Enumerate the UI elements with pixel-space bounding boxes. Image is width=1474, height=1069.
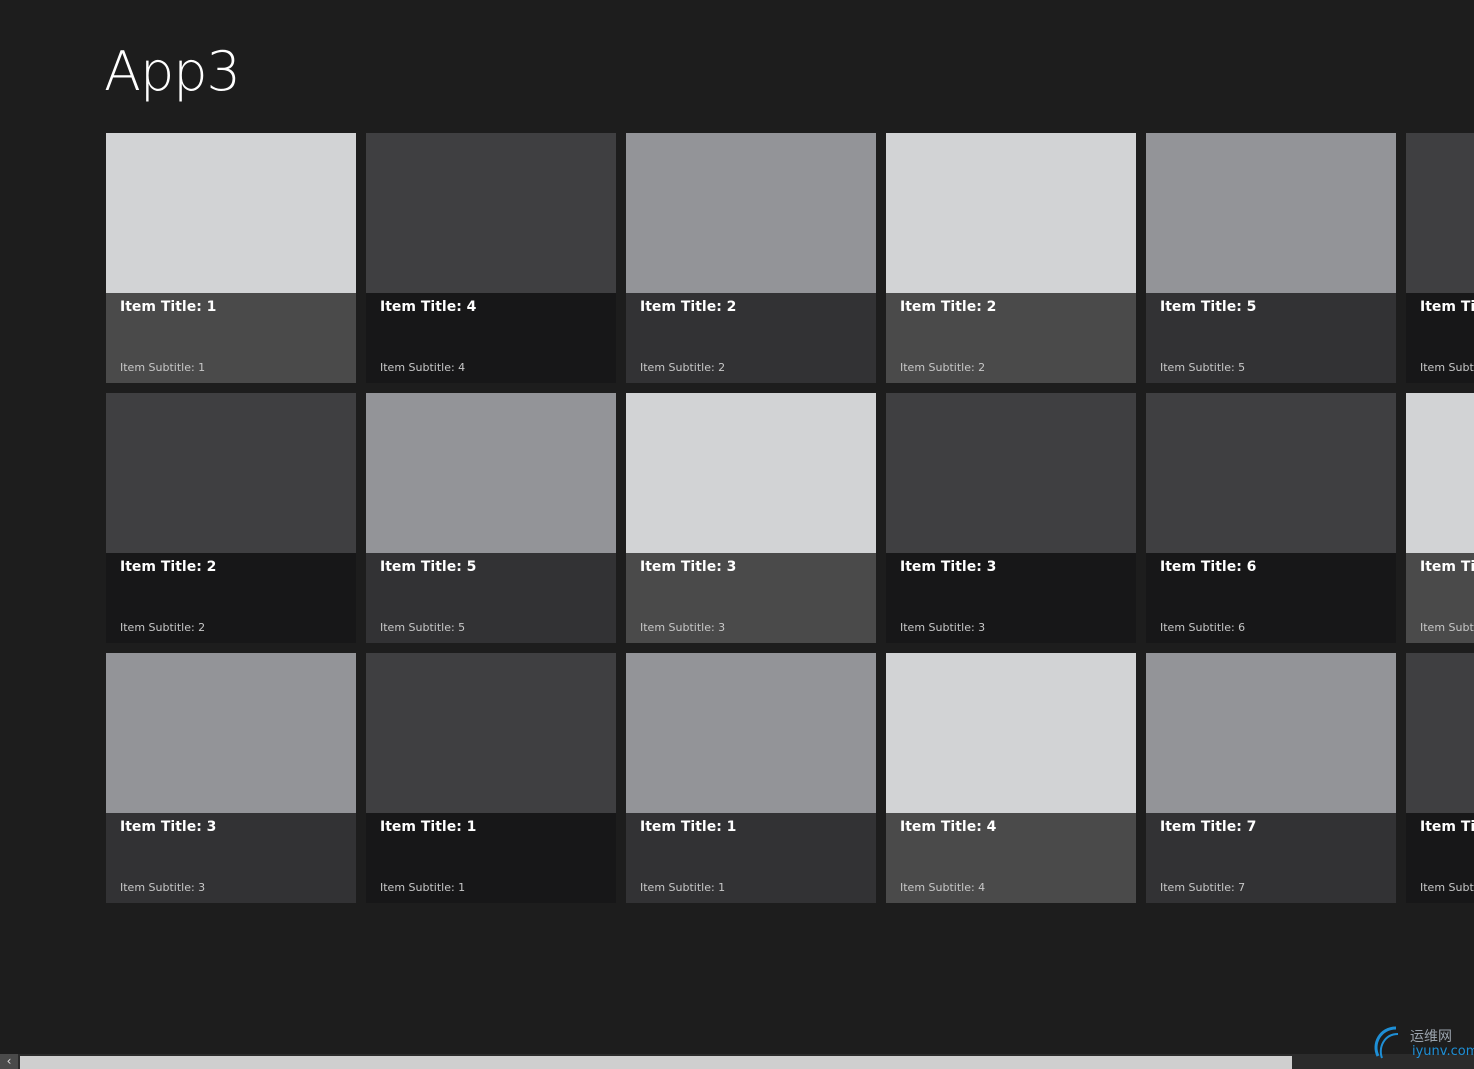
item-image-placeholder — [366, 393, 616, 553]
item-info-panel: Item Title: 2 Item Subtitle: 2 — [106, 553, 356, 643]
watermark-text-en: iyunv.com — [1412, 1044, 1474, 1059]
item-subtitle: Item Subtitle — [1420, 881, 1474, 894]
item-subtitle: Item Subtitle: 5 — [380, 621, 466, 634]
grid-item-tile[interactable]: Item Title: 1 Item Subtitle: 1 — [106, 133, 356, 383]
item-image-placeholder — [626, 133, 876, 293]
grid-item-tile[interactable]: Item Title Item Subtitle — [1406, 653, 1474, 903]
watermark: 运维网 iyunv.com — [1370, 1022, 1474, 1062]
item-subtitle: Item Subtitle: 3 — [900, 621, 986, 634]
item-image-placeholder — [1406, 653, 1474, 813]
item-info-panel: Item Title Item Subtitle — [1406, 293, 1474, 383]
item-image-placeholder — [1406, 393, 1474, 553]
item-image-placeholder — [106, 133, 356, 293]
grid-item-tile[interactable]: Item Title: 6 Item Subtitle: 6 — [1146, 393, 1396, 643]
item-image-placeholder — [1406, 133, 1474, 293]
item-info-panel: Item Title: 4 Item Subtitle: 4 — [366, 293, 616, 383]
item-title: Item Title: 3 — [900, 559, 997, 575]
grid-item-tile[interactable]: Item Title: 3 Item Subtitle: 3 — [626, 393, 876, 643]
item-title: Item Title: 1 — [120, 299, 217, 315]
item-title: Item Title — [1420, 819, 1474, 835]
item-title: Item Title — [1420, 559, 1474, 575]
grid-item-tile[interactable]: Item Title: 7 Item Subtitle: 7 — [1146, 653, 1396, 903]
item-image-placeholder — [626, 653, 876, 813]
item-info-panel: Item Title: 1 Item Subtitle: 1 — [626, 813, 876, 903]
item-info-panel: Item Title: 2 Item Subtitle: 2 — [886, 293, 1136, 383]
item-subtitle: Item Subtitle: 5 — [1160, 361, 1246, 374]
item-title: Item Title: 5 — [1160, 299, 1257, 315]
grid-item-tile[interactable]: Item Title: 2 Item Subtitle: 2 — [886, 133, 1136, 383]
item-info-panel: Item Title: 7 Item Subtitle: 7 — [1146, 813, 1396, 903]
item-subtitle: Item Subtitle: 7 — [1160, 881, 1246, 894]
item-image-placeholder — [1146, 133, 1396, 293]
item-info-panel: Item Title Item Subtitle — [1406, 813, 1474, 903]
item-subtitle: Item Subtitle: 1 — [640, 881, 726, 894]
grid-item-tile[interactable]: Item Title Item Subtitle — [1406, 393, 1474, 643]
horizontal-scrollbar[interactable]: ‹ — [0, 1054, 1474, 1069]
item-info-panel: Item Title: 3 Item Subtitle: 3 — [886, 553, 1136, 643]
item-title: Item Title: 3 — [120, 819, 217, 835]
item-image-placeholder — [886, 653, 1136, 813]
item-info-panel: Item Title: 5 Item Subtitle: 5 — [366, 553, 616, 643]
items-grid: Item Title: 1 Item Subtitle: 1 Item Title:… — [0, 0, 1474, 1054]
grid-item-tile[interactable]: Item Title: 1 Item Subtitle: 1 — [366, 653, 616, 903]
scroll-thumb[interactable] — [20, 1056, 1292, 1069]
item-subtitle: Item Subtitle — [1420, 621, 1474, 634]
item-title: Item Title: 4 — [380, 299, 477, 315]
item-title: Item Title: 2 — [640, 299, 737, 315]
item-info-panel: Item Title: 3 Item Subtitle: 3 — [106, 813, 356, 903]
item-subtitle: Item Subtitle: 2 — [120, 621, 206, 634]
item-image-placeholder — [1146, 393, 1396, 553]
item-info-panel: Item Title: 4 Item Subtitle: 4 — [886, 813, 1136, 903]
item-info-panel: Item Title: 2 Item Subtitle: 2 — [626, 293, 876, 383]
item-image-placeholder — [366, 133, 616, 293]
item-title: Item Title: 4 — [900, 819, 997, 835]
grid-item-tile[interactable]: Item Title: 4 Item Subtitle: 4 — [886, 653, 1136, 903]
item-image-placeholder — [106, 653, 356, 813]
watermark-swoosh-icon — [1374, 1026, 1399, 1059]
item-title: Item Title: 3 — [640, 559, 737, 575]
item-title: Item Title: 2 — [120, 559, 217, 575]
grid-item-tile[interactable]: Item Title: 3 Item Subtitle: 3 — [106, 653, 356, 903]
item-title: Item Title: 1 — [640, 819, 737, 835]
item-subtitle: Item Subtitle: 6 — [1160, 621, 1246, 634]
item-info-panel: Item Title: 3 Item Subtitle: 3 — [626, 553, 876, 643]
grid-item-tile[interactable]: Item Title: 5 Item Subtitle: 5 — [1146, 133, 1396, 383]
item-image-placeholder — [106, 393, 356, 553]
grid-item-tile[interactable]: Item Title: 4 Item Subtitle: 4 — [366, 133, 616, 383]
grid-item-tile[interactable]: Item Title: 2 Item Subtitle: 2 — [626, 133, 876, 383]
item-subtitle: Item Subtitle: 1 — [380, 881, 466, 894]
grid-item-tile[interactable]: Item Title Item Subtitle — [1406, 133, 1474, 383]
item-subtitle: Item Subtitle: 4 — [380, 361, 466, 374]
item-subtitle: Item Subtitle: 1 — [120, 361, 206, 374]
item-subtitle: Item Subtitle — [1420, 361, 1474, 374]
chevron-left-icon: ‹ — [6, 1054, 12, 1068]
item-image-placeholder — [366, 653, 616, 813]
item-image-placeholder — [626, 393, 876, 553]
item-title: Item Title: 6 — [1160, 559, 1257, 575]
item-subtitle: Item Subtitle: 3 — [640, 621, 726, 634]
item-image-placeholder — [1146, 653, 1396, 813]
item-title: Item Title: 7 — [1160, 819, 1257, 835]
grid-item-tile[interactable]: Item Title: 2 Item Subtitle: 2 — [106, 393, 356, 643]
item-image-placeholder — [886, 393, 1136, 553]
item-info-panel: Item Title Item Subtitle — [1406, 553, 1474, 643]
item-info-panel: Item Title: 6 Item Subtitle: 6 — [1146, 553, 1396, 643]
item-title: Item Title: 2 — [900, 299, 997, 315]
item-title: Item Title: 5 — [380, 559, 477, 575]
item-info-panel: Item Title: 1 Item Subtitle: 1 — [366, 813, 616, 903]
item-subtitle: Item Subtitle: 2 — [640, 361, 726, 374]
item-image-placeholder — [886, 133, 1136, 293]
scroll-left-button[interactable]: ‹ — [0, 1054, 18, 1069]
item-subtitle: Item Subtitle: 4 — [900, 881, 986, 894]
watermark-text-cn: 运维网 — [1410, 1029, 1452, 1045]
grid-item-tile[interactable]: Item Title: 5 Item Subtitle: 5 — [366, 393, 616, 643]
item-info-panel: Item Title: 1 Item Subtitle: 1 — [106, 293, 356, 383]
grid-item-tile[interactable]: Item Title: 1 Item Subtitle: 1 — [626, 653, 876, 903]
item-title: Item Title — [1420, 299, 1474, 315]
item-title: Item Title: 1 — [380, 819, 477, 835]
item-subtitle: Item Subtitle: 3 — [120, 881, 206, 894]
item-info-panel: Item Title: 5 Item Subtitle: 5 — [1146, 293, 1396, 383]
grid-item-tile[interactable]: Item Title: 3 Item Subtitle: 3 — [886, 393, 1136, 643]
item-subtitle: Item Subtitle: 2 — [900, 361, 986, 374]
